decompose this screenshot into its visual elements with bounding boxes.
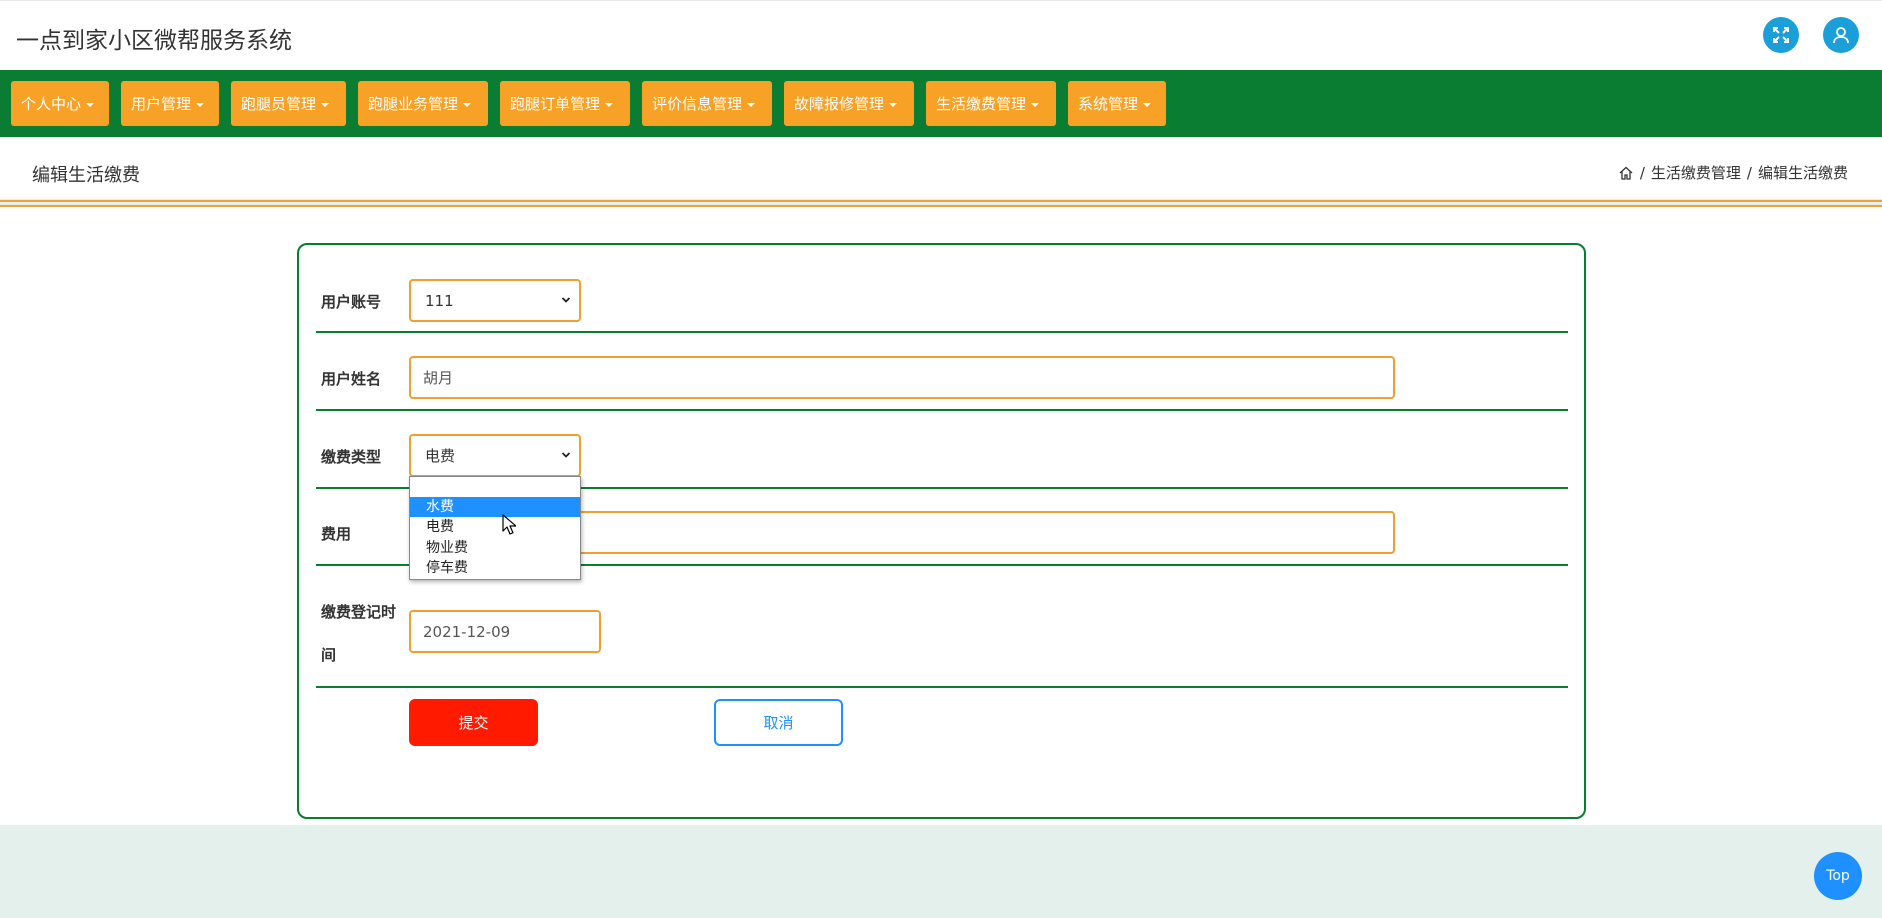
caret-down-icon — [196, 102, 205, 107]
fee-type-option[interactable]: 物业费 — [410, 538, 580, 558]
top-bar: 一点到家小区微帮服务系统 — [0, 0, 1882, 70]
cancel-button[interactable]: 取消 — [714, 699, 843, 746]
page-header: 编辑生活缴费 / 生活缴费管理 / 编辑生活缴费 — [0, 137, 1882, 199]
app-title: 一点到家小区微帮服务系统 — [16, 28, 292, 54]
nav-item-label: 系统管理 — [1078, 95, 1139, 113]
chevron-down-icon — [561, 297, 571, 303]
chevron-down-icon — [561, 452, 571, 458]
fee-type-label: 缴费类型 — [321, 448, 382, 466]
caret-down-icon — [86, 102, 95, 107]
fullscreen-icon — [1773, 27, 1789, 43]
name-input[interactable]: 胡月 — [409, 356, 1395, 399]
caret-down-icon — [321, 102, 330, 107]
account-select[interactable]: 111 — [409, 279, 581, 322]
nav-item-review-management[interactable]: 评价信息管理 — [642, 81, 772, 126]
reg-time-date-input[interactable]: 2021-12-09 — [409, 610, 601, 653]
nav-item-living-payment-management[interactable]: 生活缴费管理 — [926, 81, 1056, 126]
user-icon — [1833, 27, 1849, 44]
breadcrumb-separator: / — [1639, 163, 1645, 182]
breadcrumb: / 生活缴费管理 / 编辑生活缴费 — [1618, 162, 1848, 183]
fee-type-select[interactable]: 电费 — [409, 434, 581, 477]
scroll-top-button[interactable]: Top — [1814, 852, 1862, 900]
caret-down-icon — [605, 102, 614, 107]
row-divider — [316, 686, 1568, 688]
cost-label: 费用 — [321, 525, 352, 543]
nav-item-user-management[interactable]: 用户管理 — [121, 81, 219, 126]
reg-time-label-line1: 缴费登记时 — [321, 603, 397, 621]
fee-type-option[interactable]: 水费 — [410, 497, 580, 517]
caret-down-icon — [889, 102, 898, 107]
main-nav: 个人中心 用户管理 跑腿员管理 跑腿业务管理 跑腿订单管理 评价信息管理 故障报… — [0, 70, 1882, 137]
nav-item-label: 生活缴费管理 — [936, 95, 1027, 113]
caret-down-icon — [747, 102, 756, 107]
name-label: 用户姓名 — [321, 370, 382, 388]
nav-item-label: 跑腿员管理 — [241, 95, 317, 113]
nav-item-runner-management[interactable]: 跑腿员管理 — [231, 81, 346, 126]
user-profile-button[interactable] — [1823, 17, 1859, 53]
nav-item-label: 跑腿业务管理 — [368, 95, 459, 113]
account-label: 用户账号 — [321, 293, 382, 311]
page-title: 编辑生活缴费 — [32, 165, 140, 186]
nav-item-repair-management[interactable]: 故障报修管理 — [784, 81, 914, 126]
nav-item-label: 评价信息管理 — [652, 95, 743, 113]
submit-button[interactable]: 提交 — [409, 699, 538, 746]
fee-type-select-value: 电费 — [425, 447, 456, 465]
nav-item-runner-order-management[interactable]: 跑腿订单管理 — [500, 81, 630, 126]
caret-down-icon — [463, 102, 472, 107]
row-divider — [316, 409, 1568, 411]
header-divider — [0, 200, 1882, 202]
account-select-value: 111 — [425, 291, 454, 310]
home-icon[interactable] — [1618, 165, 1634, 181]
fullscreen-button[interactable] — [1763, 17, 1799, 53]
row-divider — [316, 331, 1568, 333]
mouse-cursor-icon — [502, 514, 516, 535]
nav-item-personal-center[interactable]: 个人中心 — [11, 81, 109, 126]
name-input-value: 胡月 — [423, 369, 454, 387]
nav-item-label: 个人中心 — [21, 95, 82, 113]
caret-down-icon — [1031, 102, 1040, 107]
nav-item-runner-business-management[interactable]: 跑腿业务管理 — [358, 81, 488, 126]
reg-time-value: 2021-12-09 — [423, 622, 511, 641]
reg-time-label-line2: 间 — [321, 646, 337, 664]
breadcrumb-item[interactable]: 生活缴费管理 — [1651, 162, 1741, 183]
fee-type-option[interactable]: 电费 — [410, 517, 580, 537]
fee-type-dropdown-list: 水费 电费 物业费 停车费 — [409, 476, 581, 580]
nav-item-label: 跑腿订单管理 — [510, 95, 601, 113]
nav-item-label: 用户管理 — [131, 95, 192, 113]
breadcrumb-separator: / — [1746, 163, 1752, 182]
breadcrumb-item-current: 编辑生活缴费 — [1757, 164, 1848, 182]
nav-item-label: 故障报修管理 — [794, 95, 885, 113]
nav-item-system-management[interactable]: 系统管理 — [1068, 81, 1166, 126]
caret-down-icon — [1143, 102, 1152, 107]
fee-type-option[interactable]: 停车费 — [410, 558, 580, 578]
